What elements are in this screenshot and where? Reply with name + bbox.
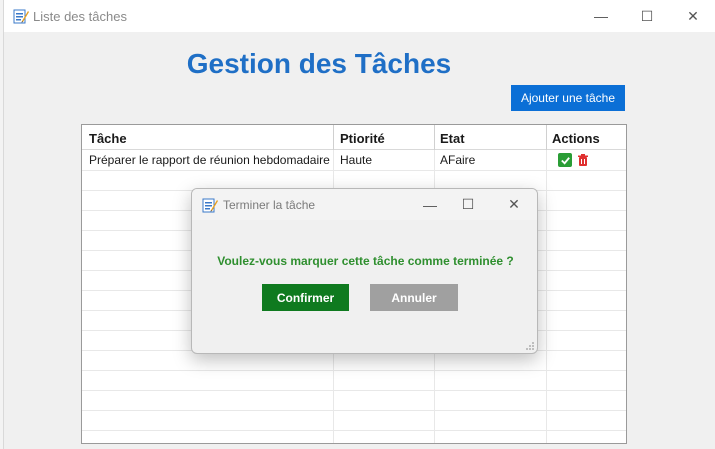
close-button[interactable]: ✕ <box>670 0 715 32</box>
status-cell[interactable]: AFaire <box>440 153 475 167</box>
row-divider <box>82 390 626 391</box>
check-icon[interactable] <box>558 153 572 167</box>
minimize-icon: — <box>423 196 437 213</box>
app-icon <box>13 9 29 24</box>
trash-icon[interactable] <box>576 153 590 167</box>
maximize-icon: ☐ <box>461 196 475 212</box>
maximize-button[interactable]: ☐ <box>624 0 670 32</box>
dialog-close-button[interactable]: ✕ <box>494 189 534 220</box>
page-title: Gestion des Tâches <box>186 48 452 79</box>
resize-grip-icon[interactable] <box>525 341 535 351</box>
close-icon: ✕ <box>687 7 699 24</box>
row-divider <box>82 410 626 411</box>
minimize-icon: — <box>594 8 608 24</box>
dialog-title: Terminer la tâche <box>223 198 316 212</box>
maximize-icon: ☐ <box>640 7 654 24</box>
dialog-minimize-button[interactable]: — <box>410 189 450 220</box>
header-divider <box>546 125 547 150</box>
header-divider <box>434 125 435 150</box>
row-divider <box>82 170 626 171</box>
column-header-actions[interactable]: Actions <box>552 131 600 146</box>
minimize-button[interactable]: — <box>578 0 624 32</box>
dialog-message: Voulez-vous marquer cette tâche comme te… <box>217 254 514 268</box>
cancel-button[interactable]: Annuler <box>370 284 458 311</box>
main-titlebar[interactable]: Liste des tâches — ☐ ✕ <box>4 0 715 32</box>
close-icon: ✕ <box>508 196 520 212</box>
task-cell[interactable]: Préparer le rapport de réunion hebdomada… <box>89 153 330 167</box>
column-divider <box>546 125 547 443</box>
priority-cell[interactable]: Haute <box>340 153 372 167</box>
dialog-titlebar[interactable]: Terminer la tâche — ☐ ✕ <box>192 189 537 220</box>
confirm-dialog: Terminer la tâche — ☐ ✕ Voulez-vous marq… <box>191 188 538 354</box>
row-divider <box>82 370 626 371</box>
column-header-priority[interactable]: Ptiorité <box>340 131 385 146</box>
header-divider <box>333 125 334 150</box>
column-header-task[interactable]: Tâche <box>89 131 127 146</box>
dialog-maximize-button[interactable]: ☐ <box>448 189 488 220</box>
add-task-button[interactable]: Ajouter une tâche <box>511 85 625 111</box>
table-header: Tâche Ptiorité Etat Actions <box>82 125 626 150</box>
window-title: Liste des tâches <box>33 9 127 24</box>
row-divider <box>82 430 626 431</box>
app-icon <box>202 198 218 213</box>
confirm-button[interactable]: Confirmer <box>262 284 349 311</box>
column-header-status[interactable]: Etat <box>440 131 465 146</box>
